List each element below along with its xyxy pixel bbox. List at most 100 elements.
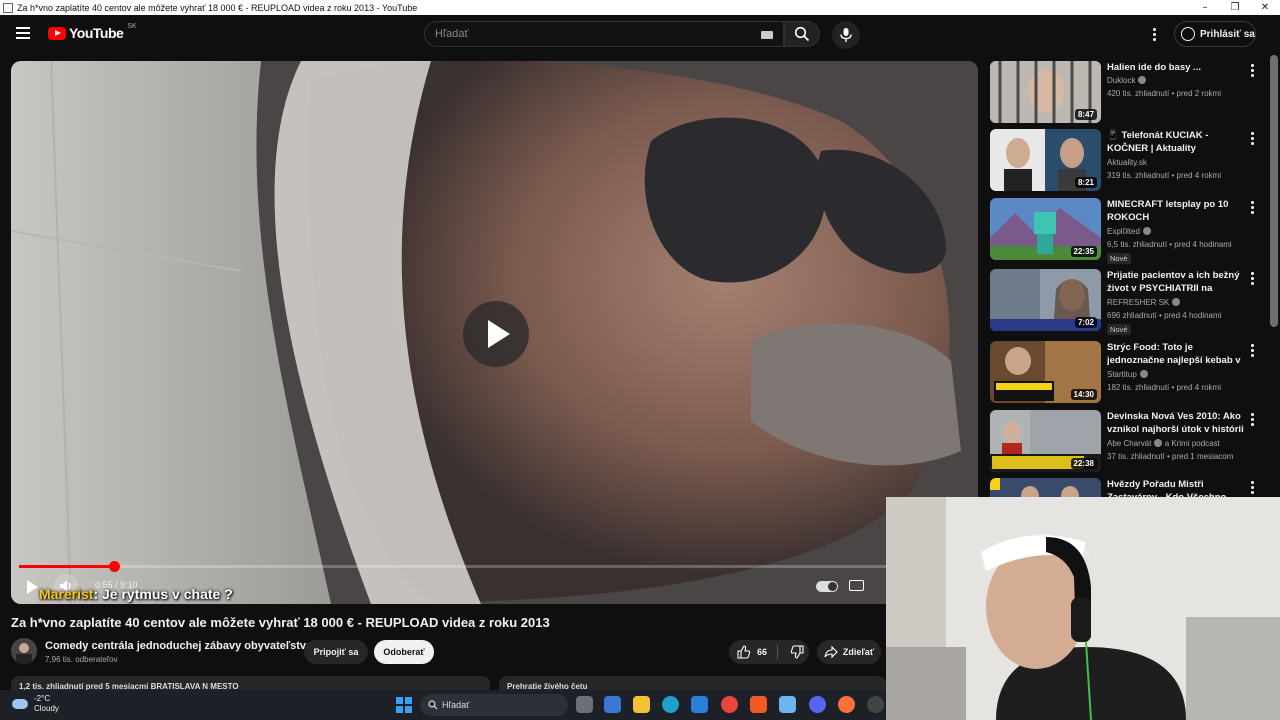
sidebar-scrollbar[interactable] [1270,55,1278,327]
channel-name[interactable]: Expl0ited [1107,227,1140,236]
subscribe-button[interactable]: Odoberať [374,640,434,664]
channel-name[interactable]: Comedy centrála jednoduchej zábavy obyva… [45,640,312,652]
edge-icon[interactable] [662,696,679,713]
video-duration: 22:38 [1070,458,1097,469]
taskbar-search[interactable]: Hľadať [420,694,568,716]
obs-icon[interactable] [867,696,884,713]
chrome-icon[interactable] [721,696,738,713]
new-badge: Nové [1107,324,1131,335]
related-video-item[interactable]: 14:30 Strýc Food: Toto je jednoznačne na… [990,341,1266,405]
search-button[interactable] [784,21,820,47]
minimize-button[interactable]: – [1190,2,1220,13]
more-vert-icon[interactable] [1251,201,1255,215]
video-thumbnail[interactable]: 22:38 [990,410,1101,472]
search-icon [794,26,810,42]
dislike-icon[interactable] [790,645,804,659]
video-title[interactable]: Strýc Food: Toto je jednoznačne najlepší… [1107,341,1247,367]
video-duration: 8:47 [1074,109,1097,120]
discord-icon[interactable] [809,696,826,713]
brave-icon[interactable] [750,696,767,713]
more-vert-icon[interactable] [1251,64,1255,78]
keyboard-icon[interactable] [761,31,773,39]
close-button[interactable]: ✕ [1250,2,1280,13]
video-title[interactable]: Hvězdy Pořadu Mistři Zastavárny - Kdo Vš… [1107,478,1247,498]
progress-bar[interactable] [19,561,970,572]
notepad-icon[interactable] [779,696,796,713]
video-duration: 22:35 [1070,246,1097,257]
share-icon [824,646,838,658]
video-thumbnail[interactable] [990,478,1101,498]
video-title[interactable]: MINECRAFT letsplay po 10 ROKOCH [1107,198,1247,224]
channel-line: Duklock [1107,76,1147,85]
channel-name[interactable]: Aktuality.sk [1107,158,1147,167]
description-meta: 1,2 tis. zhliadnutí pred 5 mesiacmi BRAT… [19,682,239,690]
more-vert-icon[interactable] [1251,344,1255,358]
channel-name[interactable]: Abe Charvát [1107,439,1151,448]
task-view-icon[interactable] [576,696,593,713]
firefox-icon[interactable] [838,696,855,713]
like-count: 66 [757,647,768,657]
video-title[interactable]: Halien ide do basy ... [1107,61,1247,74]
caption-line: Marerist: Je rytmus v chate ? [39,586,233,602]
related-video-item[interactable]: 22:35 MINECRAFT letsplay po 10 ROKOCH Ex… [990,198,1266,264]
channel-name[interactable]: Startitup [1107,370,1137,379]
video-title[interactable]: Devinska Nová Ves 2010: Ako vznikol najh… [1107,410,1247,436]
autoplay-toggle[interactable] [816,581,838,592]
video-title: Za h*vno zaplatíte 40 centov ale môžete … [11,615,550,630]
signin-label: Prihlásiť sa [1200,28,1255,40]
subtitles-icon[interactable] [849,580,864,591]
photos-icon[interactable] [691,696,708,713]
share-button[interactable]: Zdieľať [817,640,881,664]
related-video-item[interactable]: 7:02 Prijatie pacientov a ich bežný živo… [990,269,1266,335]
verified-icon [1172,298,1181,306]
video-title[interactable]: Prijatie pacientov a ich bežný život v P… [1107,269,1247,295]
related-video-item[interactable]: 8:21 📱 Telefonát KUCIAK - KOČNER | Aktua… [990,129,1266,193]
country-code: SK [127,22,137,30]
new-badge: Nové [1107,253,1131,264]
caption-speaker: Marerist [39,586,94,602]
like-icon[interactable] [737,645,751,659]
big-play-button[interactable] [463,301,529,367]
related-video-item[interactable]: 8:47 Halien ide do basy ... Duklock 420 … [990,61,1266,125]
share-label: Zdieľať [842,647,875,657]
video-thumbnail[interactable]: 14:30 [990,341,1101,403]
chat-replay-box[interactable]: Prehratie živého četu [499,676,886,690]
join-button[interactable]: Pripojiť sa [304,640,368,664]
logo-text: YouTube [69,25,124,41]
channel-name[interactable]: REFRESHER SK [1107,298,1169,307]
search-icon [428,700,438,710]
more-vert-icon[interactable] [1251,272,1255,286]
os-taskbar: -2°C Cloudy Hľadať [0,690,886,720]
related-video-item[interactable]: 22:38 Devinska Nová Ves 2010: Ako vzniko… [990,410,1266,474]
file-explorer-icon[interactable] [633,696,650,713]
maximize-button[interactable]: ❐ [1220,2,1250,13]
menu-icon[interactable] [16,27,30,39]
video-thumbnail[interactable]: 8:47 [990,61,1101,123]
related-video-item[interactable]: Hvězdy Pořadu Mistři Zastavárny - Kdo Vš… [990,478,1266,498]
voice-search-button[interactable] [832,21,860,49]
weather-widget[interactable]: -2°C Cloudy [12,694,59,714]
search-input[interactable] [435,26,755,42]
more-vert-icon[interactable] [1251,413,1255,427]
channel-name[interactable]: Duklock [1107,76,1135,85]
video-thumbnail[interactable]: 22:35 [990,198,1101,260]
video-meta: 696 zhliadnutí • pred 4 hodinami [1107,311,1222,320]
play-icon[interactable] [24,578,40,596]
channel-avatar[interactable] [11,638,37,664]
subscriber-count: 7,96 tis. odberateľov [45,655,118,664]
more-vert-icon[interactable] [1251,132,1255,146]
video-meta: 182 tis. zhliadnutí • pred 4 rokmi [1107,383,1221,392]
video-thumbnail[interactable]: 8:21 [990,129,1101,191]
video-thumbnail[interactable]: 7:02 [990,269,1101,331]
youtube-logo[interactable]: YouTube SK [48,22,137,41]
store-icon[interactable] [604,696,621,713]
windows-start-icon[interactable] [396,697,412,713]
description-box[interactable]: 1,2 tis. zhliadnutí pred 5 mesiacmi BRAT… [11,676,490,690]
more-vert-icon[interactable] [1153,28,1157,42]
video-title[interactable]: 📱 Telefonát KUCIAK - KOČNER | Aktuality [1107,129,1247,155]
channel-line: Expl0ited [1107,227,1151,236]
signin-button[interactable]: Prihlásiť sa [1174,21,1256,47]
temperature: -2°C [34,694,51,703]
video-player[interactable]: 0:55 / 9:10 Marerist: Je rytmus v chate … [11,61,978,604]
more-vert-icon[interactable] [1251,481,1255,495]
